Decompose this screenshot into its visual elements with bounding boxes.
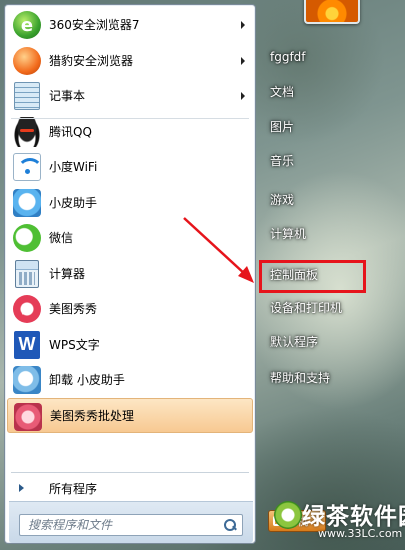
wifi-icon — [11, 151, 43, 183]
program-item-360-browser[interactable]: 360安全浏览器7 — [7, 7, 253, 43]
user-avatar[interactable] — [304, 0, 360, 24]
watermark-logo-icon — [274, 501, 302, 529]
right-item-label: 默认程序 — [270, 334, 319, 349]
liebao-browser-icon — [11, 45, 43, 77]
watermark-name: 绿茶软件园 — [302, 504, 405, 530]
program-item-wps-writer[interactable]: WPS文字 — [7, 327, 253, 363]
annotation-highlight-box — [259, 260, 366, 293]
program-label: 记事本 — [49, 89, 86, 104]
right-item-user-folder[interactable]: fggfdf — [262, 44, 372, 70]
program-label: 腾讯QQ — [49, 124, 92, 139]
program-item-calculator[interactable]: 计算器 — [7, 256, 253, 292]
right-item-documents[interactable]: 文档 — [262, 78, 372, 104]
program-label: 微信 — [49, 231, 74, 246]
right-item-default-programs[interactable]: 默认程序 — [262, 328, 372, 354]
program-item-xiaopi-helper[interactable]: 小皮助手 — [7, 185, 253, 221]
program-label: 小皮助手 — [49, 195, 98, 210]
program-item-wechat[interactable]: 微信 — [7, 220, 253, 256]
program-label: 计算器 — [49, 266, 86, 281]
program-label: WPS文字 — [49, 337, 100, 352]
divider — [11, 118, 249, 119]
program-item-liebao-browser[interactable]: 猎豹安全浏览器 — [7, 43, 253, 79]
search-box[interactable] — [19, 514, 243, 536]
right-item-label: 帮助和支持 — [270, 370, 331, 385]
right-item-label: 音乐 — [270, 153, 295, 168]
program-label: 美图秀秀批处理 — [50, 408, 135, 423]
program-item-uninstall-xiaopi[interactable]: 卸载 小皮助手 — [7, 362, 253, 398]
right-item-computer[interactable]: 计算机 — [262, 220, 372, 246]
watermark-url: www.33LC.com — [318, 527, 403, 540]
xiaopi-icon — [11, 187, 43, 219]
program-label: 小度WiFi — [49, 160, 98, 175]
submenu-arrow-icon[interactable] — [241, 21, 245, 29]
start-menu-programs-panel: 360安全浏览器7 猎豹安全浏览器 记事本 腾讯QQ 小度WiFi 小皮助手 微… — [4, 4, 256, 544]
watermark: 绿茶软件园 www.33LC.com — [268, 495, 405, 550]
all-programs-label: 所有程序 — [49, 481, 98, 496]
search-input[interactable] — [28, 518, 218, 532]
wechat-icon — [11, 222, 43, 254]
all-programs-button[interactable]: 所有程序 — [7, 477, 253, 499]
meitu-batch-icon — [12, 401, 44, 433]
program-label: 360安全浏览器7 — [49, 18, 140, 33]
program-label: 卸载 小皮助手 — [49, 373, 125, 388]
right-item-games[interactable]: 游戏 — [262, 186, 372, 212]
calculator-icon — [11, 258, 43, 290]
qq-icon — [11, 116, 43, 148]
right-item-label: fggfdf — [270, 50, 306, 64]
triangle-right-icon — [19, 484, 24, 492]
notepad-icon — [11, 80, 43, 112]
program-item-notepad[interactable]: 记事本 — [7, 78, 253, 114]
right-item-label: 设备和打印机 — [270, 300, 343, 315]
program-item-meitu-batch[interactable]: 美图秀秀批处理 — [7, 397, 253, 433]
submenu-arrow-icon[interactable] — [241, 92, 245, 100]
search-icon[interactable] — [224, 519, 236, 531]
program-label: 猎豹安全浏览器 — [49, 53, 134, 68]
360-browser-icon — [11, 9, 43, 41]
uninstall-icon — [11, 364, 43, 396]
search-area — [9, 501, 253, 543]
program-item-xiaodu-wifi[interactable]: 小度WiFi — [7, 149, 253, 185]
meitu-icon — [11, 293, 43, 325]
program-label: 美图秀秀 — [49, 302, 98, 317]
right-item-label: 图片 — [270, 119, 295, 134]
right-item-devices-printers[interactable]: 设备和打印机 — [262, 294, 372, 320]
divider — [11, 472, 249, 473]
right-item-label: 计算机 — [270, 226, 307, 241]
right-item-label: 文档 — [270, 84, 295, 99]
right-item-music[interactable]: 音乐 — [262, 147, 372, 173]
wps-icon — [11, 329, 43, 361]
right-item-label: 游戏 — [270, 192, 295, 207]
program-item-meitu[interactable]: 美图秀秀 — [7, 291, 253, 327]
right-item-help-support[interactable]: 帮助和支持 — [262, 364, 372, 390]
pinned-programs-list: 360安全浏览器7 猎豹安全浏览器 记事本 腾讯QQ 小度WiFi 小皮助手 微… — [7, 7, 253, 433]
submenu-arrow-icon[interactable] — [241, 56, 245, 65]
right-item-pictures[interactable]: 图片 — [262, 113, 372, 139]
